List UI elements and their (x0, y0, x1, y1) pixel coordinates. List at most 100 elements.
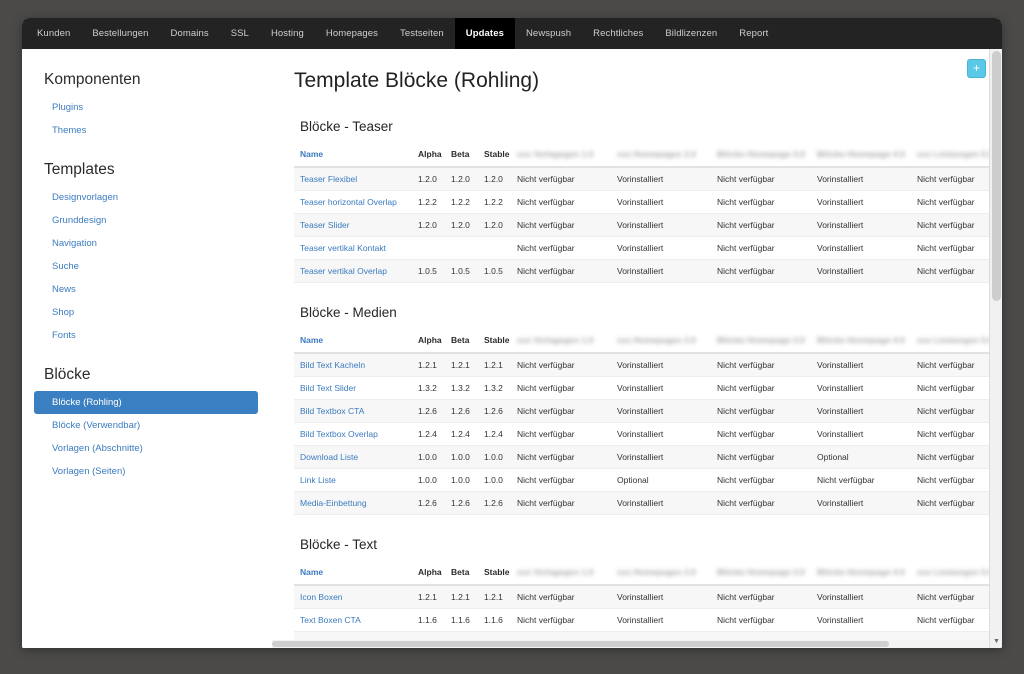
nav-item-report[interactable]: Report (728, 18, 779, 49)
block-name-link[interactable]: Bild Textbox Overlap (300, 429, 378, 439)
table-row[interactable]: Bild Text Slider 1.3.2 1.3.2 1.3.2 Nicht ver… (294, 376, 1002, 400)
availability-cell: Nicht verfügbar (711, 608, 811, 632)
column-header[interactable]: xxx Vorlagegen 1.0 (511, 143, 611, 168)
vertical-scrollbar[interactable]: ▼ (989, 49, 1002, 648)
column-header[interactable]: Blöcke Homepage 3.0 (711, 329, 811, 354)
add-button[interactable]: + (967, 59, 986, 78)
nav-item-bestellungen[interactable]: Bestellungen (81, 18, 159, 49)
blocks-table: Name Alpha Beta Stable xxx Vorlagegen 1.0 xxx… (294, 561, 1002, 648)
table-row[interactable]: Teaser vertikal Overlap 1.0.5 1.0.5 1.0.5 Ni… (294, 259, 1002, 283)
nav-item-rechtliches[interactable]: Rechtliches (582, 18, 654, 49)
column-header[interactable]: Alpha (412, 561, 445, 586)
nav-item-hosting[interactable]: Hosting (260, 18, 315, 49)
column-header[interactable]: xxx Homepages 2.0 (611, 143, 711, 168)
block-name-link[interactable]: Link Liste (300, 475, 336, 485)
column-header[interactable]: xxx Homepages 2.0 (611, 561, 711, 586)
block-name-cell: Text Boxen CTA (294, 608, 412, 632)
table-row[interactable]: Teaser vertikal Kontakt Nicht verfügbar Vo… (294, 236, 1002, 260)
nav-item-homepages[interactable]: Homepages (315, 18, 389, 49)
block-name-cell: Teaser horizontal Overlap (294, 190, 412, 214)
column-header[interactable]: Beta (445, 561, 478, 586)
nav-item-testseiten[interactable]: Testseiten (389, 18, 455, 49)
nav-item-kunden[interactable]: Kunden (26, 18, 81, 49)
availability-cell: Nicht verfügbar (511, 468, 611, 492)
column-header[interactable]: Alpha (412, 329, 445, 354)
column-header[interactable]: Blöcke Homepage 3.0 (711, 143, 811, 168)
block-name-link[interactable]: Teaser vertikal Overlap (300, 266, 387, 276)
version-beta-cell: 1.3.2 (445, 376, 478, 400)
table-row[interactable]: Teaser horizontal Overlap 1.2.2 1.2.2 1.2.2… (294, 190, 1002, 214)
horizontal-scrollbar[interactable] (272, 640, 989, 648)
sidebar-item-suche[interactable]: Suche (34, 255, 258, 278)
availability-cell: Nicht verfügbar (511, 213, 611, 237)
block-name-link[interactable]: Media-Einbettung (300, 498, 367, 508)
column-header[interactable]: xxx Vorlagegen 1.0 (511, 329, 611, 354)
table-row[interactable]: Bild Textbox CTA 1.2.6 1.2.6 1.2.6 Nicht ver… (294, 399, 1002, 423)
column-header[interactable]: xxx Homepages 2.0 (611, 329, 711, 354)
column-header[interactable]: Stable (478, 143, 511, 168)
column-header[interactable]: Alpha (412, 143, 445, 168)
sections-container: Blöcke - Teaser Name Alpha Beta Stable xxx Vo… (294, 119, 1002, 648)
block-name-link[interactable]: Download Liste (300, 452, 358, 462)
table-row[interactable]: Teaser Slider 1.2.0 1.2.0 1.2.0 Nicht verfüg… (294, 213, 1002, 237)
availability-cell: Vorinstalliert (811, 376, 911, 400)
table-row[interactable]: Bild Textbox Overlap 1.2.4 1.2.4 1.2.4 Nicht… (294, 422, 1002, 446)
sidebar-item-shop[interactable]: Shop (34, 301, 258, 324)
block-name-link[interactable]: Teaser vertikal Kontakt (300, 243, 386, 253)
column-header[interactable]: Blöcke Homepage 4.0 (811, 143, 911, 168)
nav-item-domains[interactable]: Domains (160, 18, 220, 49)
block-name-link[interactable]: Teaser Flexibel (300, 174, 357, 184)
browser-window: Kunden Bestellungen Domains SSL Hosting Homep… (22, 18, 1002, 648)
block-name-link[interactable]: Bild Text Slider (300, 383, 356, 393)
block-name-link[interactable]: Text Boxen CTA (300, 615, 361, 625)
column-header[interactable]: Stable (478, 561, 511, 586)
table-row[interactable]: Link Liste 1.0.0 1.0.0 1.0.0 Nicht verfügbar… (294, 468, 1002, 492)
sidebar-item-themes[interactable]: Themes (34, 119, 258, 142)
sidebar-item-grunddesign[interactable]: Grunddesign (34, 209, 258, 232)
sidebar-item-blöcke-rohling[interactable]: Blöcke (Rohling) (34, 391, 258, 414)
block-name-link[interactable]: Bild Textbox CTA (300, 406, 364, 416)
column-header[interactable]: Name (294, 143, 412, 168)
table-row[interactable]: Text Boxen CTA 1.1.6 1.1.6 1.1.6 Nicht verfü… (294, 608, 1002, 632)
block-name-link[interactable]: Icon Boxen (300, 592, 343, 602)
version-alpha-cell: 1.2.2 (412, 190, 445, 214)
table-row[interactable]: Media-Einbettung 1.2.6 1.2.6 1.2.6 Nicht ver… (294, 491, 1002, 515)
sidebar-item-news[interactable]: News (34, 278, 258, 301)
sidebar-item-vorlagen-abschnitte[interactable]: Vorlagen (Abschnitte) (34, 437, 258, 460)
table-row[interactable]: Teaser Flexibel 1.2.0 1.2.0 1.2.0 Nicht verf… (294, 167, 1002, 191)
column-header[interactable]: Blöcke Homepage 3.0 (711, 561, 811, 586)
column-header[interactable]: Stable (478, 329, 511, 354)
column-header[interactable]: Name (294, 561, 412, 586)
column-header[interactable]: Beta (445, 329, 478, 354)
nav-item-newspush[interactable]: Newspush (515, 18, 582, 49)
sidebar-item-vorlagen-seiten[interactable]: Vorlagen (Seiten) (34, 460, 258, 483)
horizontal-scrollbar-thumb[interactable] (272, 641, 889, 647)
nav-item-updates[interactable]: Updates (454, 18, 515, 49)
sidebar-item-designvorlagen[interactable]: Designvorlagen (34, 186, 258, 209)
sidebar-item-blöcke-verwendbar[interactable]: Blöcke (Verwendbar) (34, 414, 258, 437)
version-beta-cell: 1.1.6 (445, 608, 478, 632)
column-header[interactable]: Beta (445, 143, 478, 168)
version-alpha-cell: 1.2.0 (412, 167, 445, 191)
availability-cell: Vorinstalliert (611, 376, 711, 400)
block-name-link[interactable]: Teaser horizontal Overlap (300, 197, 397, 207)
vertical-scrollbar-thumb[interactable] (992, 51, 1001, 301)
sidebar-item-fonts[interactable]: Fonts (34, 324, 258, 347)
table-row[interactable]: Bild Text Kacheln 1.2.1 1.2.1 1.2.1 Nicht ve… (294, 353, 1002, 377)
sidebar-item-plugins[interactable]: Plugins (34, 96, 258, 119)
table-row[interactable]: Icon Boxen 1.2.1 1.2.1 1.2.1 Nicht verfügbar… (294, 585, 1002, 609)
block-name-link[interactable]: Teaser Slider (300, 220, 350, 230)
table-row[interactable]: Download Liste 1.0.0 1.0.0 1.0.0 Nicht verfü… (294, 445, 1002, 469)
nav-item-ssl[interactable]: SSL (220, 18, 260, 49)
column-header[interactable]: Blöcke Homepage 4.0 (811, 329, 911, 354)
version-stable-cell: 1.0.5 (478, 259, 511, 283)
sidebar-item-navigation[interactable]: Navigation (34, 232, 258, 255)
column-header[interactable]: xxx Vorlagegen 1.0 (511, 561, 611, 586)
nav-item-bildlizenzen[interactable]: Bildlizenzen (654, 18, 728, 49)
scroll-down-arrow-icon[interactable]: ▼ (990, 635, 1002, 648)
availability-cell: Nicht verfügbar (511, 399, 611, 423)
version-alpha-cell: 1.2.6 (412, 491, 445, 515)
block-name-link[interactable]: Bild Text Kacheln (300, 360, 365, 370)
column-header[interactable]: Name (294, 329, 412, 354)
column-header[interactable]: Blöcke Homepage 4.0 (811, 561, 911, 586)
